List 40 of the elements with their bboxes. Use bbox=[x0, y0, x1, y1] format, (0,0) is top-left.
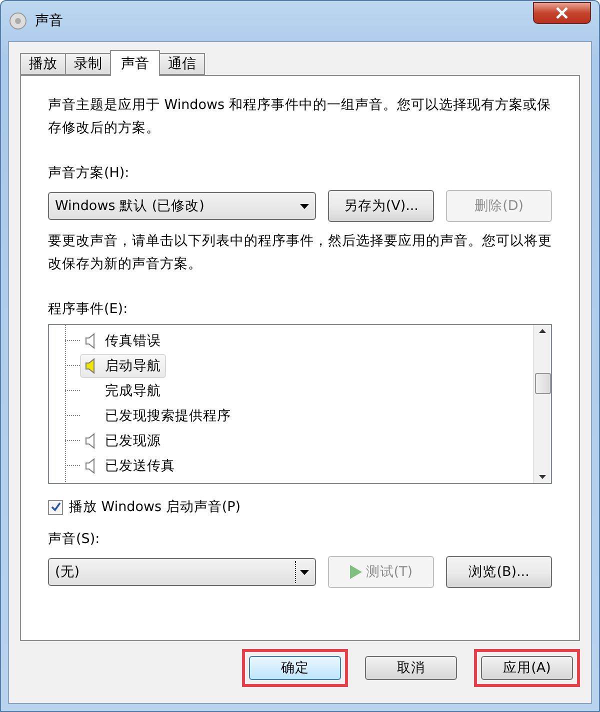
speaker-icon bbox=[85, 432, 97, 448]
up-arrow-icon bbox=[539, 329, 546, 333]
browse-button[interactable]: 浏览(B)... bbox=[446, 556, 552, 588]
dialog-button[interactable]: 应用(A) bbox=[481, 656, 573, 680]
sound-dropdown[interactable]: (无) bbox=[48, 558, 316, 586]
event-item[interactable]: 已发现源 bbox=[80, 428, 166, 452]
speaker-disc-icon bbox=[9, 12, 27, 30]
tab[interactable]: 播放 bbox=[20, 53, 66, 75]
caret-icon bbox=[300, 204, 310, 208]
events-label: 程序事件(E): bbox=[48, 300, 129, 318]
speaker-icon bbox=[85, 332, 97, 348]
sound-label: 声音(S): bbox=[48, 530, 101, 548]
startup-checkbox[interactable] bbox=[48, 500, 63, 514]
scroll-thumb[interactable] bbox=[534, 373, 550, 394]
intro-text: 声音主题是应用于 Windows 和程序事件中的一组声音。您可以选择现有方案或保存修改后的方案。 bbox=[48, 96, 552, 138]
event-item[interactable]: 已发现搜索提供程序 bbox=[80, 404, 236, 428]
scheme-label: 声音方案(H): bbox=[48, 164, 130, 182]
speaker-icon bbox=[85, 358, 97, 374]
scheme-dropdown[interactable]: Windows 默认 (已修改) bbox=[48, 192, 316, 220]
tab[interactable]: 通信 bbox=[159, 53, 205, 75]
event-item[interactable]: 已发送传真 bbox=[80, 454, 180, 478]
close-icon bbox=[555, 7, 569, 19]
scrollbar[interactable] bbox=[533, 325, 551, 483]
speaker-icon bbox=[85, 458, 97, 474]
window-title: 声音 bbox=[35, 12, 64, 30]
play-icon bbox=[350, 565, 362, 579]
event-item[interactable]: 启动导航 bbox=[80, 354, 166, 378]
event-item[interactable]: 传真错误 bbox=[80, 328, 166, 352]
check-icon bbox=[50, 502, 60, 512]
startup-label: 播放 Windows 启动声音(P) bbox=[69, 498, 241, 516]
hint-text: 要更改声音，请单击以下列表中的程序事件，然后选择要应用的声音。您可以将更改保存为新的声音方案。 bbox=[48, 232, 552, 274]
tab[interactable]: 声音 bbox=[110, 50, 160, 76]
dialog-button[interactable]: 确定 bbox=[249, 656, 341, 680]
caret-icon bbox=[300, 570, 310, 574]
down-arrow-icon bbox=[539, 475, 546, 479]
close-button[interactable] bbox=[533, 2, 591, 24]
dialog-button[interactable]: 取消 bbox=[365, 656, 457, 680]
tab[interactable]: 录制 bbox=[65, 53, 111, 75]
event-item[interactable]: 完成导航 bbox=[80, 378, 166, 402]
scheme-button[interactable]: 另存为(V)... bbox=[328, 190, 434, 222]
